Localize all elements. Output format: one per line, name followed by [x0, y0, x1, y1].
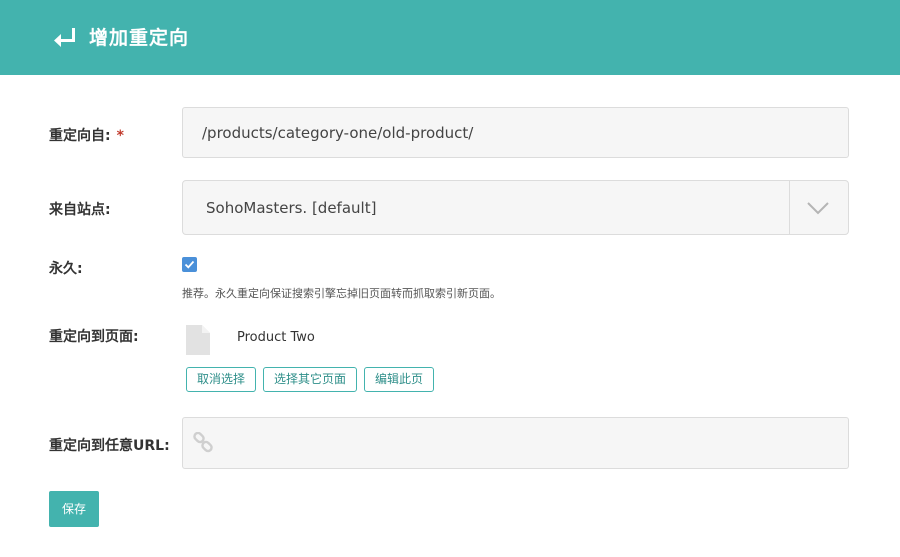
document-icon: [186, 325, 210, 355]
checkmark-icon: [184, 260, 195, 269]
select-divider: [789, 181, 790, 234]
deselect-button[interactable]: 取消选择: [186, 367, 256, 392]
redirect-from-input[interactable]: /products/category-one/old-product/: [182, 107, 849, 158]
site-select[interactable]: SohoMasters. [default]: [182, 180, 849, 235]
return-arrow-icon: [54, 28, 75, 47]
redirect-from-value: /products/category-one/old-product/: [202, 123, 474, 142]
redirect-from-label: 重定向自: *: [49, 128, 124, 144]
choose-other-page-button[interactable]: 选择其它页面: [263, 367, 357, 392]
edit-page-button[interactable]: 编辑此页: [364, 367, 434, 392]
required-mark: *: [116, 128, 124, 144]
chevron-down-icon[interactable]: [807, 202, 829, 215]
link-icon: [193, 432, 213, 453]
redirect-to-page-label: 重定向到页面:: [49, 329, 139, 345]
redirect-to-url-label: 重定向到任意URL:: [49, 438, 170, 454]
selected-page-name: Product Two: [237, 330, 315, 345]
page-header: 增加重定向: [0, 0, 900, 75]
permanent-hint: 推荐。永久重定向保证搜索引擎忘掉旧页面转而抓取索引新页面。: [182, 287, 501, 300]
site-selected-value: SohoMasters. [default]: [206, 198, 377, 217]
page-title: 增加重定向: [89, 27, 190, 49]
permanent-checkbox[interactable]: [182, 257, 197, 272]
save-button[interactable]: 保存: [49, 491, 99, 527]
site-label: 来自站点:: [49, 202, 111, 218]
permanent-label: 永久:: [49, 261, 83, 277]
redirect-to-url-input[interactable]: [182, 417, 849, 469]
